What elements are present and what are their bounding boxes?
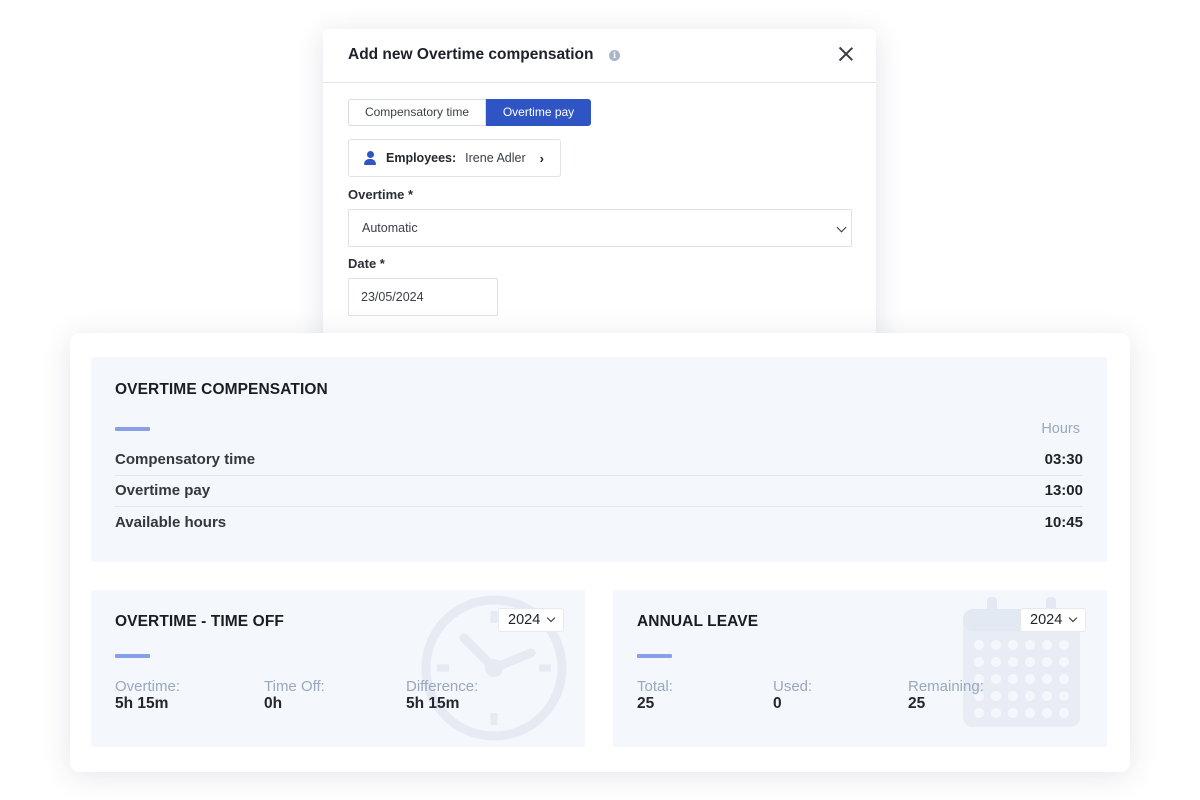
calendar-dot: [1025, 691, 1035, 701]
accent-bar: [115, 427, 150, 431]
calendar-dot: [1025, 640, 1035, 650]
calendar-dot: [1008, 674, 1018, 684]
stat-difference: Difference: 5h 15m: [406, 678, 478, 713]
info-icon[interactable]: i: [609, 50, 620, 61]
calendar-dot: [974, 640, 984, 650]
table-row: Available hours 10:45: [115, 508, 1083, 539]
table-row: Compensatory time 03:30: [115, 445, 1083, 476]
employees-selector[interactable]: Employees: Irene Adler ›: [348, 139, 561, 177]
accent-bar: [115, 654, 150, 658]
stat-value: 0h: [264, 695, 283, 712]
stat-value: 25: [908, 695, 926, 712]
annual-leave-title: ANNUAL LEAVE: [637, 613, 759, 630]
calendar-dot: [1025, 708, 1035, 718]
close-icon[interactable]: [837, 45, 855, 63]
calendar-dot: [1059, 674, 1069, 684]
chevron-down-icon: [546, 613, 556, 623]
calendar-dot: [1059, 691, 1069, 701]
calendar-dot: [1008, 657, 1018, 667]
date-input[interactable]: 23/05/2024: [348, 278, 498, 316]
chevron-down-icon: [836, 222, 847, 233]
overtime-time-off-panel: OVERTIME - TIME OFF 2024 Overtime: 5h 15…: [91, 590, 585, 747]
tab-compensatory-time[interactable]: Compensatory time: [348, 99, 486, 126]
overtime-compensation-modal: Add new Overtime compensation i Compensa…: [323, 29, 876, 349]
row-value: 13:00: [1044, 482, 1083, 499]
stat-used: Used: 0: [773, 678, 812, 713]
hours-column-header: Hours: [1041, 421, 1080, 437]
calendar-dot: [974, 657, 984, 667]
overtime-compensation-panel: OVERTIME COMPENSATION Hours Compensatory…: [91, 357, 1107, 562]
stat-label: Difference:: [406, 678, 479, 695]
date-label: Date *: [348, 256, 385, 271]
calendar-dot: [991, 691, 1001, 701]
stat-label: Overtime:: [115, 678, 181, 695]
calendar-dot: [1025, 674, 1035, 684]
employees-value: Irene Adler: [465, 151, 526, 165]
calendar-dot: [1008, 691, 1018, 701]
row-label: Compensatory time: [115, 451, 256, 468]
annual-leave-panel: ANNUAL LEAVE 2024 Total: 25 Used: 0 Rema…: [613, 590, 1107, 747]
calendar-dot: [991, 708, 1001, 718]
time-off-title: OVERTIME - TIME OFF: [115, 613, 284, 630]
person-icon: [363, 151, 377, 165]
overtime-select[interactable]: Automatic: [348, 209, 852, 247]
row-value: 10:45: [1044, 514, 1083, 531]
year-value: 2024: [508, 612, 541, 628]
calendar-dot: [991, 657, 1001, 667]
tab-overtime-pay[interactable]: Overtime pay: [486, 99, 591, 126]
stat-value: 5h 15m: [115, 695, 169, 712]
stat-label: Used:: [773, 678, 813, 695]
accent-bar: [637, 654, 672, 658]
compensation-type-tabs: Compensatory time Overtime pay: [348, 99, 591, 126]
stat-value: 25: [637, 695, 655, 712]
row-label: Overtime pay: [115, 482, 211, 499]
stat-label: Remaining:: [908, 678, 984, 695]
calendar-dot: [1008, 640, 1018, 650]
calendar-dot: [1042, 674, 1052, 684]
overtime-label: Overtime *: [348, 187, 414, 202]
calendar-dot: [1008, 708, 1018, 718]
row-label: Available hours: [115, 514, 227, 531]
stat-time-off: Time Off: 0h: [264, 678, 325, 713]
stat-remaining: Remaining: 25: [908, 678, 984, 713]
compensation-title: OVERTIME COMPENSATION: [115, 381, 328, 398]
annual-leave-year-select[interactable]: 2024: [1020, 608, 1086, 632]
chevron-right-icon: ›: [539, 150, 544, 166]
calendar-dot: [1059, 640, 1069, 650]
calendar-dot: [991, 674, 1001, 684]
calendar-dot: [1025, 657, 1035, 667]
stat-value: 5h 15m: [406, 695, 460, 712]
dashboard-card: OVERTIME COMPENSATION Hours Compensatory…: [70, 333, 1130, 772]
modal-title: Add new Overtime compensation: [348, 46, 594, 63]
stat-value: 0: [773, 695, 782, 712]
stat-overtime: Overtime: 5h 15m: [115, 678, 180, 713]
chevron-down-icon: [1068, 613, 1078, 623]
employees-label: Employees:: [386, 151, 457, 165]
year-value: 2024: [1030, 612, 1063, 628]
calendar-dot: [991, 640, 1001, 650]
stat-label: Time Off:: [264, 678, 325, 695]
modal-header: Add new Overtime compensation i: [323, 29, 876, 83]
row-value: 03:30: [1044, 451, 1083, 468]
table-row: Overtime pay 13:00: [115, 476, 1083, 507]
time-off-year-select[interactable]: 2024: [498, 608, 564, 632]
stat-label: Total:: [637, 678, 673, 695]
calendar-dot: [1042, 657, 1052, 667]
calendar-dot: [1042, 708, 1052, 718]
calendar-dot: [1059, 708, 1069, 718]
overtime-select-value: Automatic: [362, 221, 418, 235]
calendar-dot: [1042, 640, 1052, 650]
stat-total: Total: 25: [637, 678, 673, 713]
calendar-dot: [1059, 657, 1069, 667]
calendar-dot: [1042, 691, 1052, 701]
